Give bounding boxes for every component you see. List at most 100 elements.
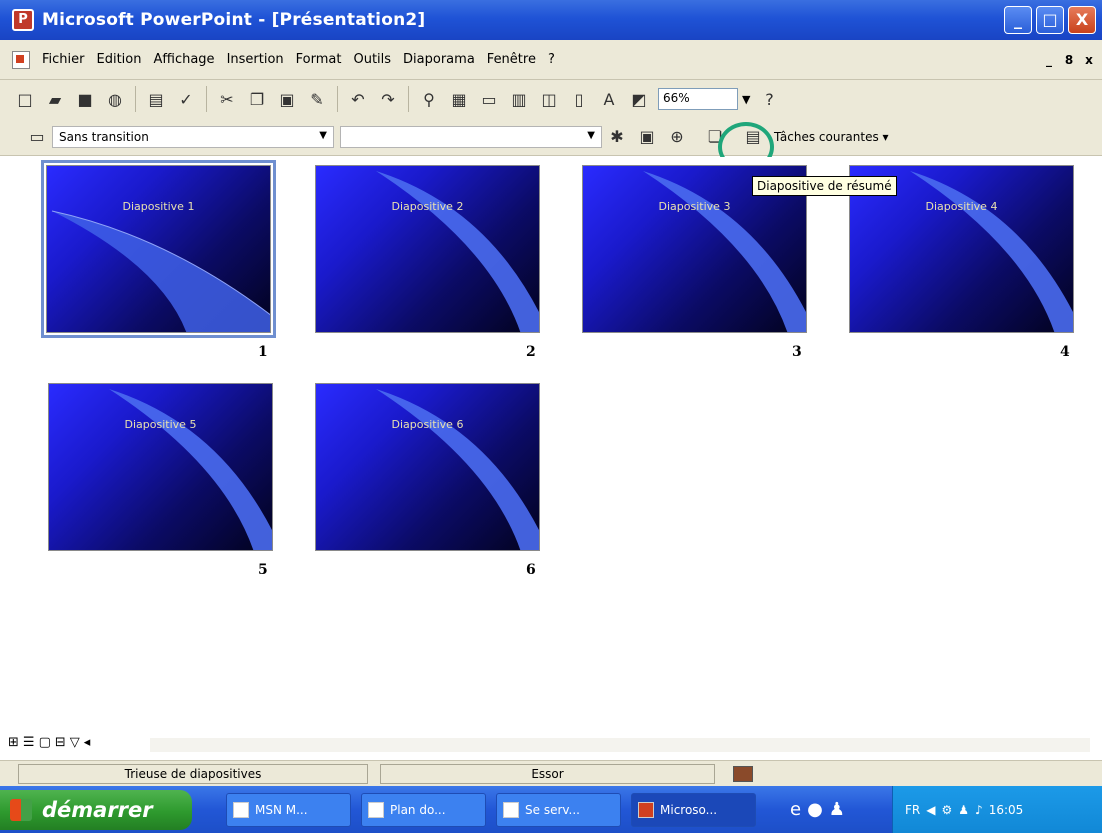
show-formatting-icon[interactable]: A (596, 86, 622, 112)
slide-sorter-toolbar: ▭ Sans transition ▼ ▼ ✱ ▣ ⊕ ❏ ▤ Tâches c… (0, 118, 1102, 156)
open-icon[interactable]: ▰ (42, 86, 68, 112)
slide-number: 3 (792, 344, 802, 360)
language-indicator[interactable]: FR (905, 803, 920, 817)
minimize-button[interactable]: _ (1004, 6, 1032, 34)
tray-network-icon[interactable]: ⚙ (941, 803, 952, 817)
view-buttons: ⊞ ☰ ▢ ⊟ ▽ ◂ (8, 735, 90, 750)
menu-fenetre[interactable]: Fenêtre (481, 52, 542, 67)
cut-icon[interactable]: ✂ (214, 86, 240, 112)
slide-number: 6 (526, 562, 536, 578)
zoom-field[interactable]: 66% (658, 88, 738, 110)
summary-slide-tooltip: Diapositive de résumé (752, 176, 897, 196)
spelling-icon[interactable]: ✓ (173, 86, 199, 112)
slide-show-icon[interactable]: ▽ (70, 735, 80, 750)
permission-icon[interactable]: ◍ (102, 86, 128, 112)
close-button[interactable]: X (1068, 6, 1096, 34)
slide-thumbnail-1[interactable]: Diapositive 1 (41, 160, 276, 338)
chevron-down-icon[interactable]: ▼ (587, 130, 595, 141)
menu-insertion[interactable]: Insertion (221, 52, 290, 67)
slide-thumbnail-5[interactable]: Diapositive 5 (48, 383, 273, 551)
animation-preview-icon[interactable]: ✱ (604, 124, 630, 150)
undo-icon[interactable]: ↶ (345, 86, 371, 112)
slide-number: 1 (258, 344, 268, 360)
slide-swoosh-graphic (109, 389, 272, 550)
print-icon[interactable]: ▤ (143, 86, 169, 112)
slide-view-icon[interactable]: ▢ (39, 735, 51, 750)
copy-icon[interactable]: ❐ (244, 86, 270, 112)
task-label: Microso... (660, 802, 718, 817)
browser-icon (503, 801, 519, 818)
new-slide-icon[interactable]: ◫ (536, 86, 562, 112)
task-powerpoint[interactable]: Microso... (631, 792, 756, 827)
grayscale-icon[interactable]: ◩ (626, 86, 652, 112)
messenger-icon[interactable]: ♟ (829, 799, 845, 820)
status-design: Essor (380, 763, 715, 784)
task-se-servir[interactable]: Se serv... (496, 792, 621, 827)
expand-all-icon[interactable]: ▯ (566, 86, 592, 112)
slide-title: Diapositive 2 (391, 200, 464, 213)
menu-fichier[interactable]: Fichier (36, 52, 91, 67)
doc-restore-button[interactable]: 8 (1060, 52, 1078, 68)
horizontal-scrollbar[interactable] (150, 738, 1090, 752)
chart-icon[interactable]: ▥ (506, 86, 532, 112)
menu-format[interactable]: Format (290, 52, 348, 67)
normal-view-icon[interactable]: ⊞ (8, 735, 19, 750)
transition-combo[interactable]: Sans transition ▼ (52, 125, 334, 148)
tray-volume-icon[interactable]: ♪ (975, 803, 983, 817)
status-bar: Trieuse de diapositives Essor (0, 760, 1102, 786)
start-label: démarrer (42, 797, 153, 822)
format-painter-icon[interactable]: ✎ (304, 86, 330, 112)
tray-messenger-icon[interactable]: ♟ (958, 803, 969, 817)
task-msn[interactable]: MSN M... (226, 792, 351, 827)
paste-icon[interactable]: ▣ (274, 86, 300, 112)
rehearse-timings-icon[interactable]: ⊕ (664, 124, 690, 150)
separator (206, 86, 207, 112)
hide-slide-icon[interactable]: ▭ (24, 124, 50, 150)
title-bar: P Microsoft PowerPoint - [Présentation2]… (0, 0, 1102, 40)
ie-icon[interactable]: e (790, 799, 801, 820)
task-plan[interactable]: Plan do... (361, 792, 486, 827)
slide-title: Diapositive 6 (391, 418, 464, 431)
tray-arrow-icon[interactable]: ◀ (926, 803, 935, 817)
new-icon[interactable]: □ (12, 86, 38, 112)
zoom-dropdown-icon[interactable]: ▼ (742, 93, 750, 106)
media-icon[interactable]: ● (807, 799, 823, 820)
outline-view-icon[interactable]: ☰ (23, 735, 35, 750)
quick-launch: e ● ♟ (790, 799, 845, 820)
transition-icon[interactable]: ▣ (634, 124, 660, 150)
taches-label: Tâches courantes (774, 129, 879, 144)
separator (337, 86, 338, 112)
table-icon[interactable]: ▦ (446, 86, 472, 112)
maximize-button[interactable]: □ (1036, 6, 1064, 34)
redo-icon[interactable]: ↷ (375, 86, 401, 112)
slide-sorter-view-icon[interactable]: ⊟ (55, 735, 66, 750)
scroll-left-icon[interactable]: ◂ (84, 735, 91, 750)
menu-outils[interactable]: Outils (347, 52, 397, 67)
slide-swoosh-graphic (376, 389, 539, 550)
transition-value: Sans transition (59, 129, 149, 144)
menu-edition[interactable]: Edition (91, 52, 148, 67)
slide-thumbnail-6[interactable]: Diapositive 6 (315, 383, 540, 551)
menu-affichage[interactable]: Affichage (147, 52, 220, 67)
help-button[interactable]: ? (756, 86, 782, 112)
save-icon[interactable]: ■ (72, 86, 98, 112)
start-button[interactable]: démarrer (0, 789, 192, 830)
menu-help[interactable]: ? (542, 52, 561, 67)
document-icon[interactable] (12, 50, 30, 69)
hyperlink-icon[interactable]: ⚲ (416, 86, 442, 112)
animation-combo[interactable]: ▼ (340, 125, 602, 148)
tables-borders-icon[interactable]: ▭ (476, 86, 502, 112)
doc-minimize-button[interactable]: _ (1040, 52, 1058, 68)
standard-toolbar: □ ▰ ■ ◍ ▤ ✓ ✂ ❐ ▣ ✎ ↶ ↷ ⚲ ▦ ▭ ▥ ◫ ▯ A ◩ … (0, 80, 1102, 118)
menu-diaporama[interactable]: Diaporama (397, 52, 481, 67)
doc-close-button[interactable]: x (1080, 52, 1098, 68)
windows-taskbar: démarrer MSN M... Plan do... Se serv... … (0, 786, 1102, 833)
slide-sorter-pane[interactable]: Diapositive 1 1 Diapositive 2 2 Diaposit… (0, 157, 1102, 730)
spelling-status-icon[interactable] (733, 765, 753, 782)
powerpoint-app-icon[interactable]: P (12, 9, 34, 31)
chevron-down-icon[interactable]: ▼ (319, 130, 327, 141)
task-label: Se serv... (525, 802, 580, 817)
slide-thumbnail-2[interactable]: Diapositive 2 (315, 165, 540, 333)
taches-courantes-button[interactable]: Tâches courantes ▾ (774, 130, 889, 144)
task-label: Plan do... (390, 802, 446, 817)
